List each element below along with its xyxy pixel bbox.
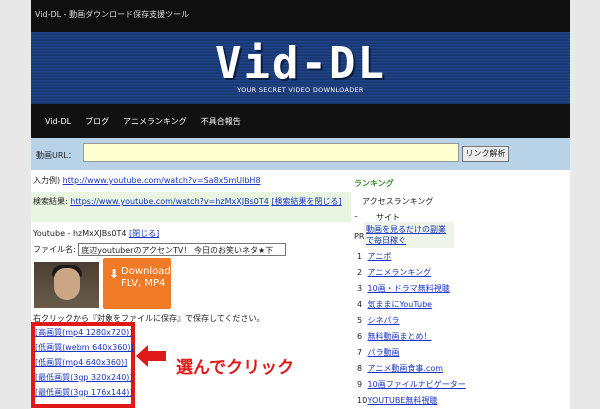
url-form: 動画URL： リンク解析 bbox=[31, 138, 570, 170]
search-label: 検索結果: bbox=[33, 197, 68, 206]
analyze-button[interactable]: リンク解析 bbox=[462, 146, 509, 162]
thumbnail-face bbox=[54, 268, 80, 300]
left-arrow-icon bbox=[136, 345, 166, 367]
url-label: 動画URL： bbox=[36, 151, 76, 160]
close-search-link[interactable]: [検索結果を閉じる] bbox=[271, 197, 341, 206]
download-label-line2: FLV, MP4 bbox=[121, 278, 166, 289]
nav-item-blog[interactable]: ブログ bbox=[85, 116, 109, 127]
tagline: YOUR SECRET VIDEO DOWNLOADER bbox=[237, 86, 364, 94]
ranking-link[interactable]: YOUTUBE無料視聴 bbox=[368, 396, 438, 405]
ranking-link[interactable]: アニメ動画食事.com bbox=[368, 364, 443, 373]
callout-text: 選んでクリック bbox=[176, 358, 295, 378]
pr-label: PR bbox=[354, 232, 365, 241]
format-link[interactable]: [低画質(webm 640x360)] bbox=[35, 342, 134, 357]
video-id: Youtube - hzMxXJBs0T4 bbox=[33, 229, 127, 238]
example-row: 入力例) http://www.youtube.com/watch?v=Sa8x… bbox=[33, 175, 261, 186]
filename-row: ファイル名: 底辺youtuberのアクセンTV！ 今日のお笑いネタ★下 bbox=[33, 243, 287, 256]
download-label-line1: Download bbox=[121, 266, 171, 277]
main-nav: Vid-DL ブログ アニメランキング 不具合報告 bbox=[31, 104, 570, 138]
close-video-link[interactable]: [閉じる] bbox=[129, 229, 159, 238]
pr-link[interactable]: 動画を見るだけの副業で毎日稼ぐ bbox=[366, 224, 452, 246]
nav-item-anime-ranking[interactable]: アニメランキング bbox=[123, 116, 187, 127]
site-logo[interactable]: Vid-DL bbox=[31, 38, 570, 89]
example-label: 入力例) bbox=[33, 176, 61, 185]
format-list: [高画質(mp4 1280x720)] [低画質(webm 640x360)] … bbox=[35, 327, 134, 402]
ranking-item: 2 アニメランキング bbox=[357, 268, 432, 277]
filename-field[interactable]: 底辺youtuberのアクセンTV！ 今日のお笑いネタ★下 bbox=[78, 243, 287, 256]
download-button[interactable]: ⬇ Download FLV, MP4 bbox=[103, 258, 171, 309]
window-title: Vid-DL - 動画ダウンロード保存支援ツール bbox=[31, 0, 570, 32]
format-link[interactable]: [最低画質(3gp 176x144)] bbox=[35, 387, 134, 402]
ranking-item: 10 YOUTUBE無料視聴 bbox=[357, 396, 438, 405]
banner: Vid-DL YOUR SECRET VIDEO DOWNLOADER bbox=[31, 32, 570, 104]
ranking-item: 4 気ままにYouTube bbox=[357, 300, 433, 309]
example-link[interactable]: http://www.youtube.com/watch?v=Sa8x5mUlb… bbox=[63, 176, 261, 185]
nav-item-bug-report[interactable]: 不具合報告 bbox=[201, 116, 241, 127]
ranking-item: 8 アニメ動画食事.com bbox=[357, 364, 444, 373]
sidebar: ランキング アクセスランキング – サイト PR 動画を見るだけの副業で毎日稼ぐ… bbox=[354, 178, 466, 405]
sidebar-title: ランキング bbox=[354, 179, 394, 188]
search-row: 検索結果: https://www.youtube.com/watch?v=hz… bbox=[33, 196, 342, 207]
video-thumbnail[interactable] bbox=[34, 262, 99, 308]
ranking-link[interactable]: パラ動画 bbox=[368, 348, 400, 357]
ranking-item: 3 10画・ドラマ無料視聴 bbox=[357, 284, 450, 293]
download-label: Download FLV, MP4 bbox=[121, 266, 171, 290]
video-row: Youtube - hzMxXJBs0T4 [閉じる] bbox=[33, 228, 159, 239]
ranking-link[interactable]: アニポ bbox=[368, 252, 392, 261]
download-arrow-icon: ⬇ bbox=[109, 267, 120, 281]
format-link[interactable]: [最低画質(3gp 320x240)] bbox=[35, 372, 134, 387]
filename-label: ファイル名: bbox=[33, 245, 76, 254]
ranking-item: 5 シネパラ bbox=[357, 316, 400, 325]
ranking-link[interactable]: 気ままにYouTube bbox=[368, 300, 433, 309]
url-input[interactable] bbox=[83, 143, 459, 162]
ranking-link[interactable]: 無料動画まとめ！ bbox=[368, 332, 432, 341]
nav-item-home[interactable]: Vid-DL bbox=[45, 117, 71, 126]
sidebar-subtitle: アクセスランキング bbox=[362, 197, 434, 206]
ranking-link[interactable]: 10画・ドラマ無料視聴 bbox=[368, 284, 450, 293]
page: Vid-DL - 動画ダウンロード保存支援ツール Vid-DL YOUR SEC… bbox=[31, 0, 570, 409]
ranking-item: 6 無料動画まとめ！ bbox=[357, 332, 432, 341]
ranking-link[interactable]: シネパラ bbox=[368, 316, 400, 325]
search-result-link[interactable]: https://www.youtube.com/watch?v=hzMxXJBs… bbox=[70, 197, 269, 206]
format-link[interactable]: [低画質(mp4 640x360)] bbox=[35, 357, 134, 372]
ranking-item: 7 パラ動画 bbox=[357, 348, 400, 357]
ranking-link[interactable]: アニメランキング bbox=[368, 268, 432, 277]
ranking-link[interactable]: 10画ファイルナビゲーター bbox=[368, 380, 466, 389]
format-link[interactable]: [高画質(mp4 1280x720)] bbox=[35, 327, 134, 342]
ranking-item: 1 アニポ bbox=[357, 252, 392, 261]
ranking-item: 9 10画ファイルナビゲーター bbox=[357, 380, 466, 389]
